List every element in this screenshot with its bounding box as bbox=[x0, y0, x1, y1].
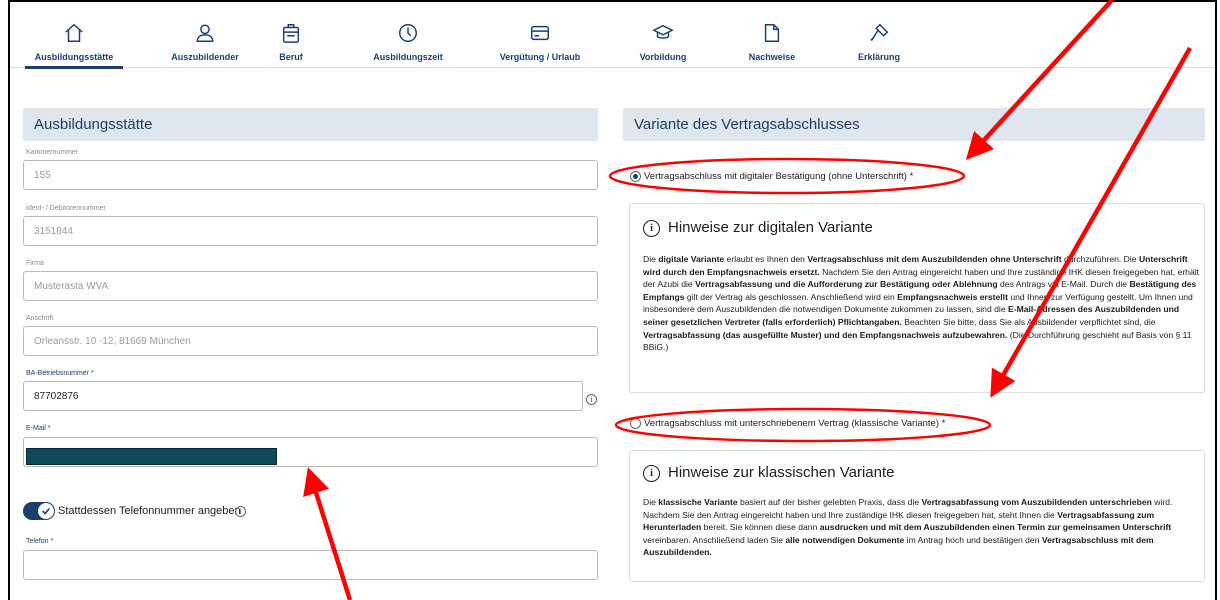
user-icon bbox=[196, 24, 214, 42]
clock-icon bbox=[399, 24, 417, 42]
hint-box-digital: i Hinweise zur digitalen Variante Die di… bbox=[629, 203, 1205, 393]
info-icon[interactable]: i bbox=[235, 506, 246, 517]
nav-tab-label: Beruf bbox=[279, 52, 303, 62]
toggle-knob bbox=[38, 503, 54, 519]
hint-digital-text: Die digitale Variante erlaubt es Ihnen d… bbox=[643, 254, 1200, 353]
nav-tab-nachweise[interactable]: Nachweise bbox=[744, 2, 800, 68]
radio-digital-variant[interactable] bbox=[630, 171, 641, 182]
info-icon: i bbox=[643, 465, 660, 482]
radio-classic-label[interactable]: Vertragsabschluss mit unterschriebenem V… bbox=[644, 418, 945, 429]
document-icon bbox=[764, 24, 780, 42]
gavel-icon bbox=[870, 23, 889, 41]
ba-betriebsnummer-label: BA-Betriebsnummer * bbox=[26, 370, 94, 377]
kammernummer-field[interactable]: 155 bbox=[23, 160, 598, 190]
phone-toggle-label: Stattdessen Telefonnummer angeben bbox=[58, 505, 241, 517]
nav-tab-label: Vorbildung bbox=[639, 52, 687, 62]
info-icon[interactable]: i bbox=[586, 394, 597, 405]
nav-tab-erklaerung[interactable]: Erklärung bbox=[852, 2, 906, 68]
nav-tab-label: Auszubildender bbox=[171, 52, 239, 62]
phone-toggle[interactable] bbox=[23, 502, 55, 520]
firma-field[interactable]: Musterasta WVA bbox=[23, 271, 598, 301]
kammernummer-label: Kammernummer bbox=[26, 149, 79, 156]
nav-tab-vorbildung[interactable]: Vorbildung bbox=[635, 2, 691, 68]
nav-tab-label: Erklärung bbox=[857, 52, 900, 62]
nav-tab-auszubildender[interactable]: Auszubildender bbox=[165, 2, 245, 68]
nav-tab-beruf[interactable]: Beruf bbox=[271, 2, 311, 68]
anschrift-field[interactable]: Orleansstr. 10 -12, 81669 München bbox=[23, 326, 598, 356]
hint-box-classic: i Hinweise zur klassischen Variante Die … bbox=[629, 450, 1205, 582]
ident-field[interactable]: 3151844 bbox=[23, 216, 598, 246]
radio-digital-label[interactable]: Vertragsabschluss mit digitaler Bestätig… bbox=[644, 171, 913, 182]
redacted-email-value bbox=[26, 448, 277, 465]
anschrift-label: Anschrift bbox=[26, 315, 54, 322]
nav-tab-verguetung[interactable]: Vergütung / Urlaub bbox=[490, 2, 590, 68]
ident-label: Ident- / Debitorennummer bbox=[26, 205, 106, 212]
section-title-variante: Variante des Vertragsabschlusses bbox=[623, 108, 1205, 141]
hint-digital-title: Hinweise zur digitalen Variante bbox=[668, 219, 873, 236]
hint-classic-text: Die klassische Variante basiert auf der … bbox=[643, 497, 1173, 558]
nav-tab-label: Nachweise bbox=[748, 52, 796, 62]
info-icon: i bbox=[643, 220, 660, 237]
ba-betriebsnummer-field[interactable]: 87702876 bbox=[23, 381, 583, 411]
telefon-label: Telefon * bbox=[26, 538, 54, 545]
nav-tab-ausbildungsstaette[interactable]: Ausbildungsstätte bbox=[25, 2, 123, 69]
graduation-cap-icon bbox=[652, 24, 674, 39]
telefon-field[interactable] bbox=[23, 550, 598, 580]
checkmark-icon bbox=[42, 507, 50, 515]
home-icon bbox=[65, 23, 83, 42]
nav-tab-ausbildungszeit[interactable]: Ausbildungszeit bbox=[368, 2, 448, 68]
email-label: E-Mail * bbox=[26, 425, 51, 432]
nav-tab-label: Vergütung / Urlaub bbox=[499, 52, 581, 62]
briefcase-icon bbox=[282, 24, 300, 43]
hint-classic-title: Hinweise zur klassischen Variante bbox=[668, 464, 895, 481]
nav-tab-label: Ausbildungszeit bbox=[373, 52, 443, 62]
card-icon bbox=[531, 25, 549, 41]
section-title-ausbildungsstaette: Ausbildungsstätte bbox=[23, 108, 598, 141]
radio-classic-variant[interactable] bbox=[630, 418, 641, 429]
top-navigation: Ausbildungsstätte Auszubildender Beruf A… bbox=[10, 2, 1215, 69]
firma-label: Firma bbox=[26, 260, 44, 267]
nav-tab-label: Ausbildungsstätte bbox=[34, 52, 114, 62]
